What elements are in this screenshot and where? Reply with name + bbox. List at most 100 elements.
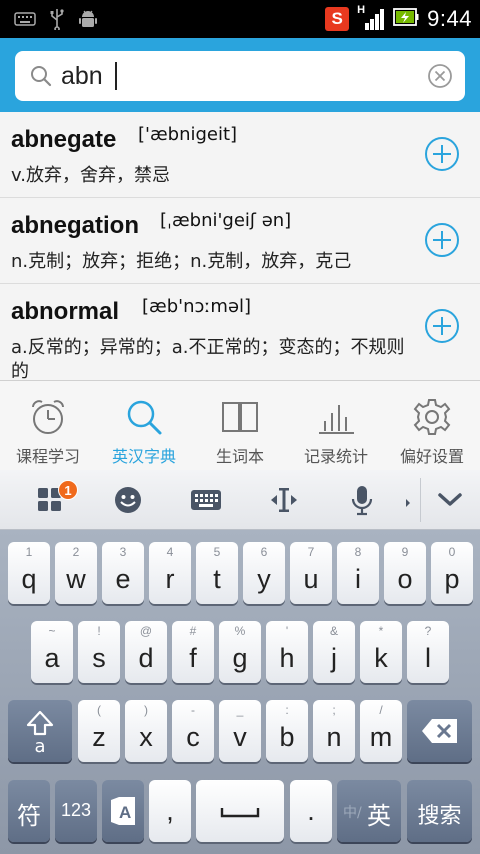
nav-item-settings[interactable]: 偏好设置 [384,381,480,470]
key-q[interactable]: 1q [8,542,50,604]
nav-item-dictionary[interactable]: 英汉字典 [96,381,192,470]
backspace-key[interactable] [407,700,472,762]
key-h[interactable]: ' h [266,621,308,683]
input-mode-icon: A [111,797,135,825]
key-label: h [279,643,295,673]
key-v[interactable]: _ v [219,700,261,762]
key-label: e [115,564,131,594]
add-word-icon[interactable] [424,308,460,344]
add-word-icon[interactable] [424,222,460,258]
key-label: p [444,564,460,594]
key-label: 符 [17,802,41,830]
microphone-icon[interactable] [342,482,382,518]
key-hint: ? [424,624,432,638]
key-hint: - [191,703,195,717]
key-label: i [355,564,361,594]
key-s[interactable]: ! s [78,621,120,683]
nav-item-stats[interactable]: 记录统计 [288,381,384,470]
result-definition: v.放弃，舍弃，禁忌 [11,165,170,186]
search-icon [29,64,53,92]
key-hint: 2 [72,545,80,559]
language-toggle-key[interactable]: 中/ 英 [337,780,401,842]
space-key[interactable] [196,780,284,842]
result-word: abnegation [11,212,140,239]
shift-key[interactable]: a [8,700,72,762]
search-box[interactable] [15,51,465,101]
key-label: a [44,643,60,673]
key-f[interactable]: # f [172,621,214,683]
key-c[interactable]: -c [172,700,214,762]
key-hint: 4 [166,545,174,559]
result-row[interactable]: abnegation [ˌæbni'geiʃ ən] n.克制；放弃；拒绝；n.… [0,198,480,284]
alarm-clock-icon [32,400,64,434]
key-z[interactable]: (z [78,700,120,762]
key-b[interactable]: :b [266,700,308,762]
key-label: o [397,564,413,594]
key-label: l [425,643,431,673]
key-hint: 9 [401,545,409,559]
android-debug-icon [78,8,98,34]
key-e[interactable]: 3e [102,542,144,604]
result-row[interactable]: abnormal [æb'nɔːməl] a.反常的；异常的；a.不正常的；变态… [0,284,480,380]
key-o[interactable]: 9o [384,542,426,604]
comma-key[interactable]: , [149,780,191,842]
key-a[interactable]: ~ a [31,621,73,683]
key-label: j [331,643,337,673]
shift-sub-label: a [34,736,46,757]
bottom-nav: 课程学习 英汉字典 生词本 记录统计 偏好设置 [0,380,480,470]
key-hint: : [285,703,289,717]
search-icon [127,400,162,435]
key-d[interactable]: @ d [125,621,167,683]
key-hint: ~ [48,624,56,638]
key-u[interactable]: 7u [290,542,332,604]
result-word: abnormal [11,298,120,325]
key-l[interactable]: ? l [407,621,449,683]
gear-icon [413,399,451,435]
nav-item-wordbook[interactable]: 生词本 [192,381,288,470]
clear-icon[interactable] [427,63,453,89]
key-r[interactable]: 4r [149,542,191,604]
usb-icon [50,8,64,34]
key-label: c [186,722,200,752]
key-g[interactable]: % g [219,621,261,683]
collapse-keyboard-icon[interactable] [430,482,470,518]
key-m[interactable]: / m [360,700,402,762]
symbols-key[interactable]: 符 [8,780,50,842]
key-hint: # [189,624,197,638]
key-k[interactable]: * k [360,621,402,683]
key-label: r [165,564,175,594]
signal-icon: H [357,4,385,32]
key-n[interactable]: ; n [313,700,355,762]
emoji-icon[interactable] [108,482,148,518]
key-label: t [213,564,221,594]
result-row[interactable]: abnegate ['æbnigeit] v.放弃，舍弃，禁忌 [0,112,480,198]
key-t[interactable]: 5t [196,542,238,604]
key-label: b [279,722,295,752]
result-definition: a.反常的；异常的；a.不正常的；变态的；不规则的 [11,337,405,380]
key-j[interactable]: & j [313,621,355,683]
key-hint: 5 [213,545,221,559]
key-i[interactable]: 8i [337,542,379,604]
key-label: g [232,643,248,673]
result-phonetic: [ˌæbni'geiʃ ən] [160,210,292,231]
add-word-icon[interactable] [424,136,460,172]
keyboard-icon [14,11,36,31]
keyboard-icon[interactable] [186,482,226,518]
key-w[interactable]: 2w [55,542,97,604]
input-mode-key[interactable]: A [102,780,144,842]
search-key[interactable]: 搜索 [407,780,472,842]
period-key[interactable]: . [290,780,332,842]
key-label: v [233,722,247,752]
numbers-key[interactable]: 123 [55,780,97,842]
more-arrow-icon [404,494,412,513]
result-word: abnegate [11,126,117,153]
key-hint: & [329,624,338,638]
nav-item-course[interactable]: 课程学习 [0,381,96,470]
key-label: . [307,796,315,826]
results-list: abnegate ['æbnigeit] v.放弃，舍弃，禁忌 abnegati… [0,112,480,380]
cursor-move-icon[interactable] [264,482,304,518]
key-p[interactable]: 0p [431,542,473,604]
key-y[interactable]: 6y [243,542,285,604]
key-label: n [326,722,342,752]
key-x[interactable]: ) x [125,700,167,762]
